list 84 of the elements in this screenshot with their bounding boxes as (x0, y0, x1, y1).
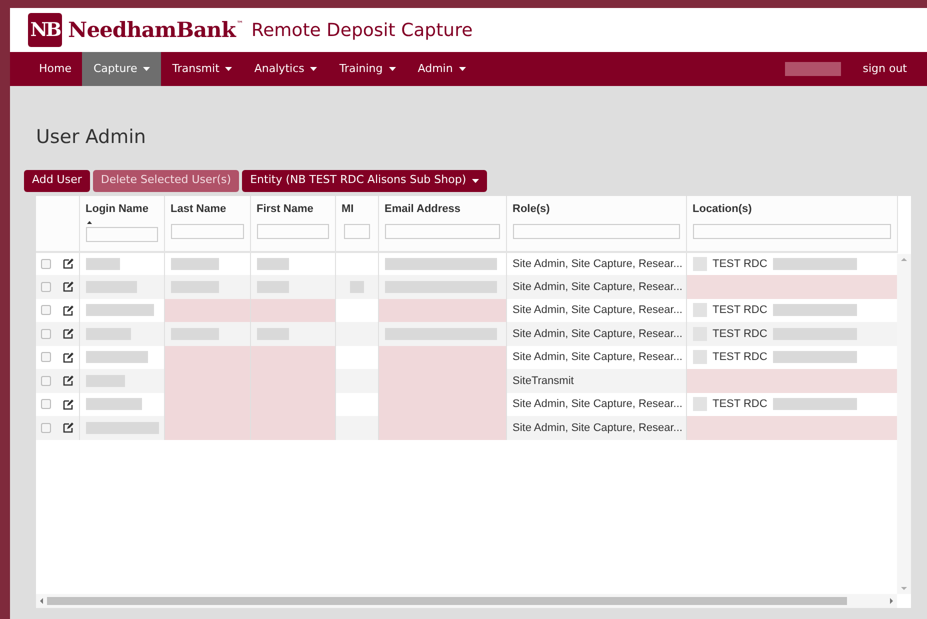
location-text: TEST RDC (712, 256, 768, 272)
redacted-username (784, 62, 841, 76)
row-checkbox[interactable] (41, 352, 51, 362)
column-header[interactable]: Last Name (170, 200, 226, 217)
redacted-icon (692, 303, 706, 318)
redacted-text (170, 328, 218, 340)
redacted-text (170, 258, 218, 270)
edit-icon[interactable] (63, 258, 74, 270)
table-cell: Site Admin, Site Capture, Resear... (506, 392, 686, 416)
row-checkbox[interactable] (41, 399, 51, 410)
redacted-text (86, 280, 136, 293)
horizontal-scrollbar[interactable] (36, 594, 897, 608)
scroll-up-icon[interactable] (901, 258, 907, 260)
redacted-text (256, 258, 288, 270)
column-header[interactable]: First Name (256, 200, 314, 217)
column-header[interactable]: MI (342, 200, 354, 217)
location-text: TEST RDC (712, 350, 768, 365)
scroll-thumb[interactable] (47, 596, 847, 604)
redacted-icon (692, 350, 706, 364)
table-cell: Site Admin, Site Capture, Resear... (506, 322, 686, 346)
filter-field[interactable] (344, 224, 370, 239)
row-checkbox[interactable] (41, 305, 51, 316)
nav-item[interactable]: Capture (82, 52, 162, 86)
nav-item[interactable]: Home (28, 52, 82, 86)
add-user-button[interactable]: Add User (24, 170, 90, 192)
edit-icon[interactable] (63, 352, 74, 363)
scroll-right-icon[interactable] (890, 598, 893, 604)
nav-item[interactable]: Training (328, 52, 407, 86)
edit-icon[interactable] (63, 304, 74, 316)
location-text: TEST RDC (712, 326, 768, 342)
redacted-icon (692, 256, 706, 271)
edit-icon[interactable] (63, 375, 74, 386)
row-checkbox[interactable] (41, 376, 51, 386)
nav-item[interactable]: Analytics (243, 52, 328, 86)
table-cell: Site Admin, Site Capture, Resear... (506, 275, 686, 298)
redacted-text (170, 280, 218, 293)
nav-item[interactable]: Admin (406, 52, 477, 86)
redacted-text (256, 280, 288, 293)
filter-field[interactable] (86, 227, 158, 242)
location-text: TEST RDC (712, 303, 768, 318)
table-cell: Site Admin, Site Capture, Resear... (506, 252, 686, 275)
row-checkbox[interactable] (41, 422, 51, 433)
nav-item[interactable]: Transmit (161, 52, 244, 86)
logo-mark: NB (28, 13, 62, 47)
column-header[interactable]: Email Address (384, 200, 461, 217)
table-cell: Site Admin, Site Capture, Resear... (506, 298, 686, 322)
row-checkbox[interactable] (41, 258, 51, 269)
redacted-text (256, 328, 288, 340)
redacted-text (350, 280, 364, 293)
filter-field[interactable] (170, 224, 244, 239)
page-title: User Admin (36, 125, 147, 150)
table-cell: Site Admin, Site Capture, Resear... (506, 416, 686, 440)
caret-icon (472, 178, 480, 182)
row-checkbox[interactable] (41, 282, 51, 292)
redacted-icon (692, 397, 706, 412)
edit-icon[interactable] (63, 328, 74, 340)
redacted-text (86, 398, 142, 410)
entity-dropdown[interactable]: Entity (NB TEST RDC Alisons Sub Shop) (242, 170, 488, 192)
sort-up-icon (86, 221, 92, 224)
filter-field[interactable] (692, 224, 890, 239)
column-header[interactable]: Login Name (86, 200, 148, 217)
scroll-left-icon[interactable] (40, 598, 43, 604)
vertical-scrollbar[interactable] (897, 254, 911, 594)
edit-icon[interactable] (63, 281, 74, 292)
edit-icon[interactable] (63, 422, 74, 434)
row-checkbox[interactable] (41, 328, 51, 339)
redacted-text (86, 351, 148, 364)
sign-out-link[interactable]: sign out (862, 52, 927, 86)
product-title: Remote Deposit Capture (251, 18, 473, 42)
edit-icon[interactable] (63, 398, 74, 410)
scroll-down-icon[interactable] (901, 586, 907, 590)
redacted-text (86, 374, 124, 387)
logo-name: NeedhamBank (68, 16, 236, 44)
redacted-text (86, 328, 130, 340)
filter-field[interactable] (384, 224, 500, 239)
table-cell: SiteTransmit (506, 369, 686, 392)
redacted-text (86, 258, 120, 270)
column-header[interactable]: Location(s) (692, 200, 752, 217)
column-header[interactable]: Role(s) (512, 200, 550, 217)
filter-field[interactable] (512, 224, 680, 239)
table-cell: Site Admin, Site Capture, Resear... (506, 346, 686, 369)
location-text: TEST RDC (712, 397, 768, 412)
redacted-text (86, 304, 154, 316)
filter-field[interactable] (256, 224, 328, 239)
